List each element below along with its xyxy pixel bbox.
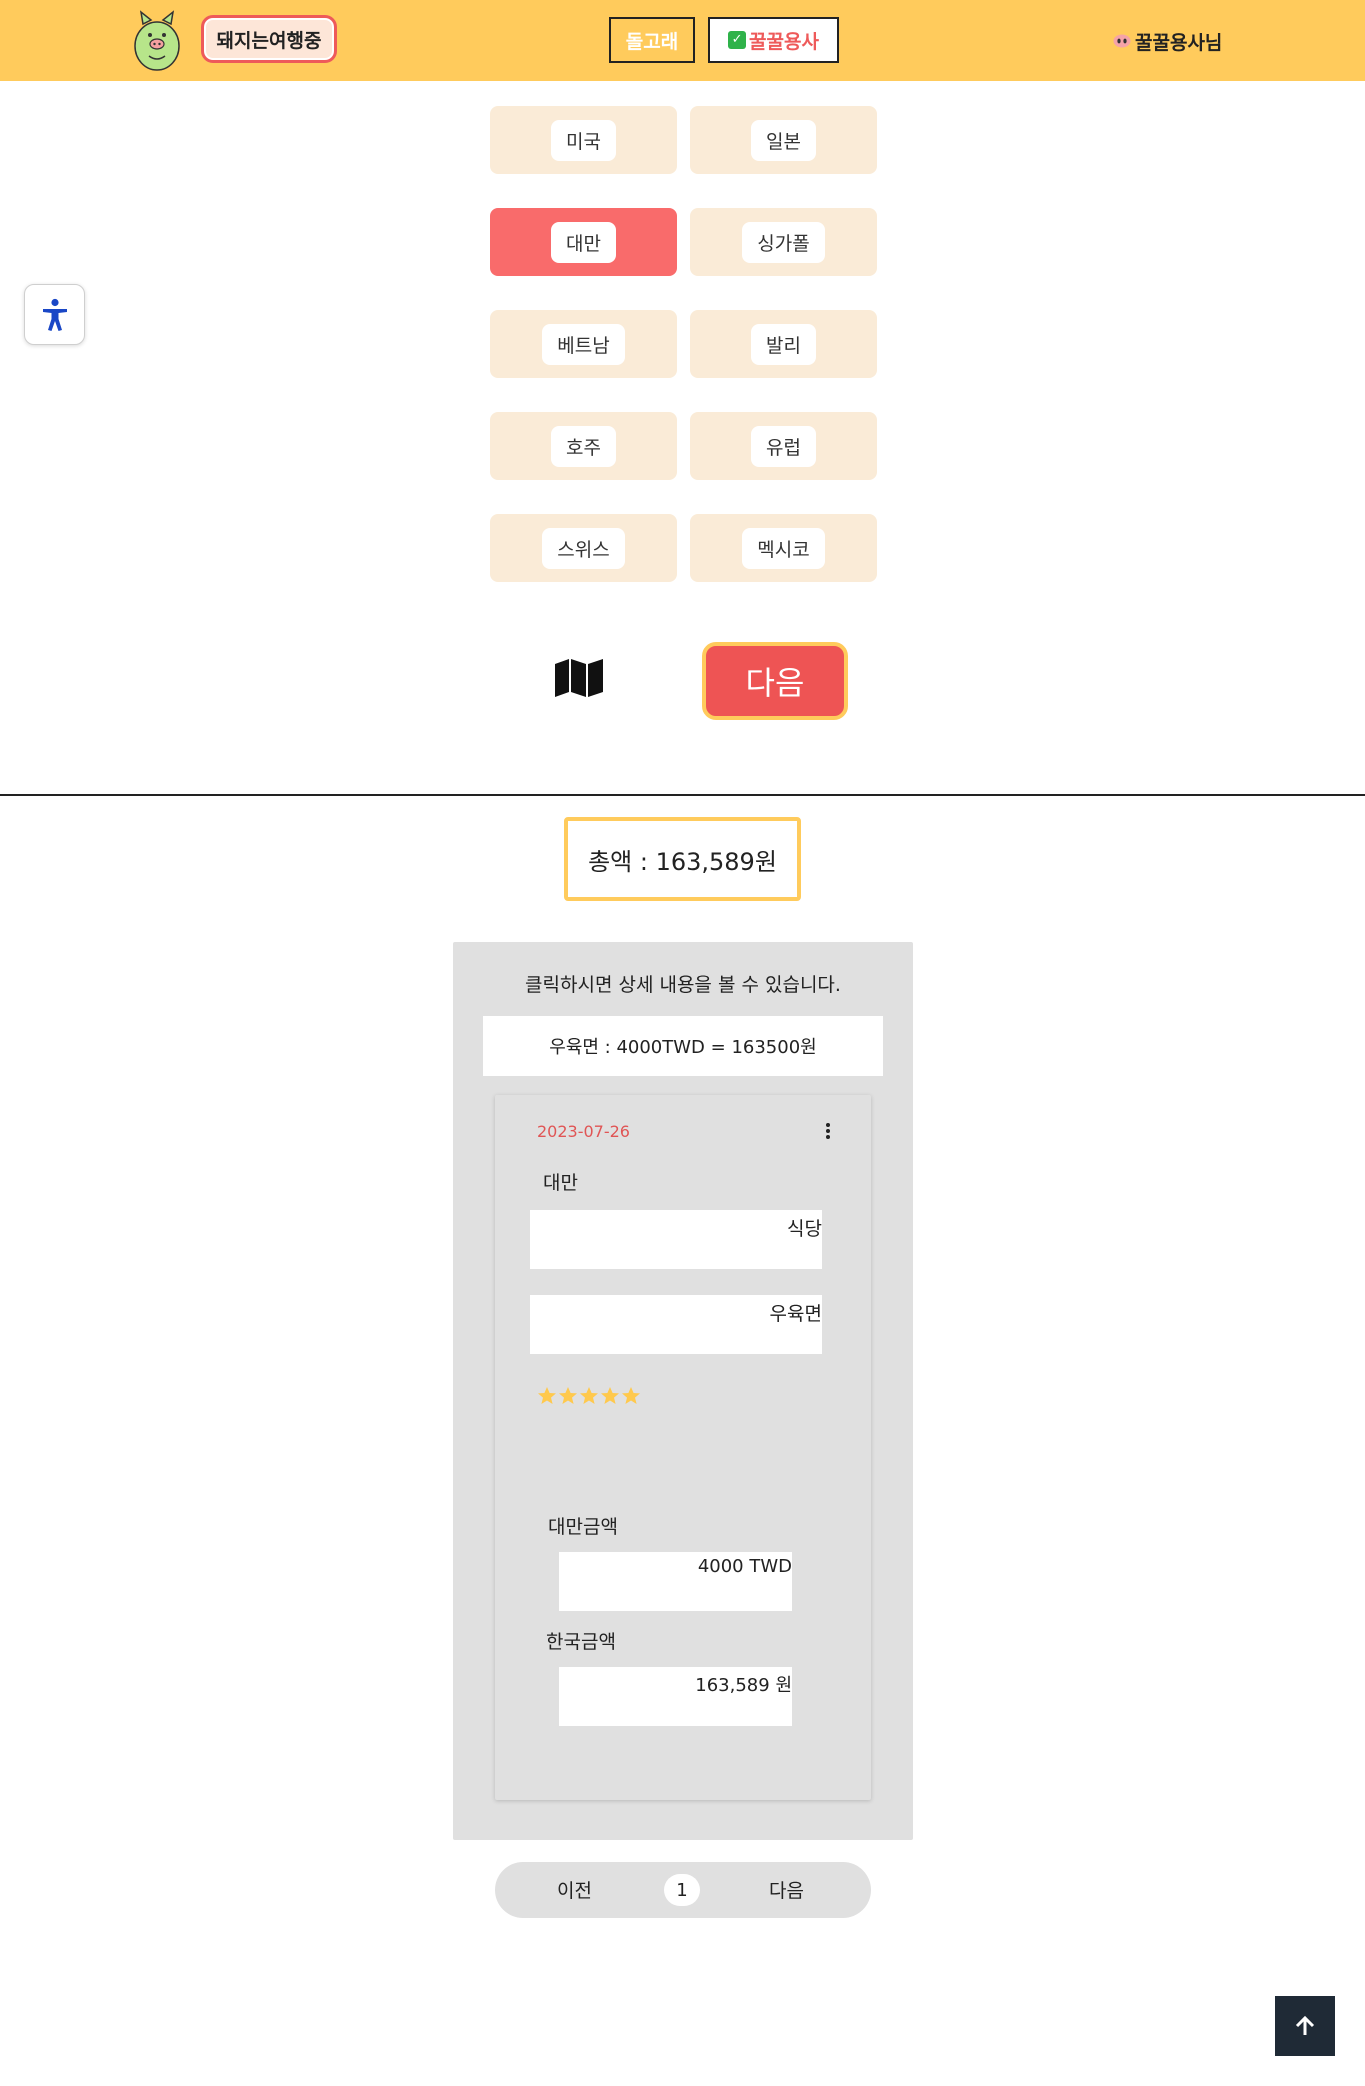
krw-amount-label: 한국금액 [546, 1631, 616, 1653]
country-vietnam-button[interactable]: 베트남 [490, 310, 677, 378]
local-amount-label: 대만금액 [548, 1516, 618, 1538]
country-bali-button[interactable]: 발리 [690, 310, 877, 378]
category-field: 식당 [530, 1210, 822, 1269]
country-europe-button[interactable]: 유럽 [690, 412, 877, 480]
star-icon [559, 1387, 577, 1404]
country-japan-button[interactable]: 일본 [690, 106, 877, 174]
country-label: 미국 [551, 119, 616, 161]
history-hint: 클릭하시면 상세 내용을 볼 수 있습니다. [525, 974, 841, 996]
star-icon [622, 1387, 640, 1404]
pig-nose-icon [1113, 34, 1131, 48]
arrow-up-icon [1295, 2015, 1315, 2035]
country-taiwan-button[interactable]: 대만 [490, 208, 677, 276]
star-icon [580, 1387, 598, 1404]
nav-kkulkkul-button[interactable]: ✓ 꿀꿀용사 [708, 17, 839, 63]
star-icon [601, 1387, 619, 1404]
scroll-to-top-button[interactable] [1275, 1996, 1335, 2056]
section-divider [0, 794, 1365, 796]
expense-country: 대만 [543, 1172, 578, 1194]
user-name: 꿀꿀용사님 [1135, 31, 1223, 54]
check-icon: ✓ [728, 31, 747, 49]
country-label: 싱가폴 [742, 221, 825, 263]
next-page-button[interactable]: 다음 [769, 1876, 804, 1903]
next-button[interactable]: 다음 [702, 642, 848, 720]
country-label: 발리 [751, 323, 816, 365]
country-label: 스위스 [542, 527, 625, 569]
menu-field: 우육면 [530, 1295, 822, 1354]
top-header: 돼지는여행중 돌고래 ✓ 꿀꿀용사 꿀꿀용사님 [0, 0, 1365, 81]
star-icon [538, 1387, 556, 1404]
prev-page-button[interactable]: 이전 [557, 1876, 592, 1903]
expense-summary-row[interactable]: 우육면 : 4000TWD = 163500원 [483, 1016, 883, 1076]
country-label: 베트남 [542, 323, 625, 365]
country-usa-button[interactable]: 미국 [490, 106, 677, 174]
country-label: 호주 [551, 425, 616, 467]
country-switzerland-button[interactable]: 스위스 [490, 514, 677, 582]
local-amount-field: 4000 TWD [559, 1552, 792, 1611]
accessibility-button[interactable] [24, 284, 85, 345]
country-australia-button[interactable]: 호주 [490, 412, 677, 480]
total-amount: 총액 : 163,589원 [564, 817, 801, 901]
user-menu[interactable]: 꿀꿀용사님 [1113, 26, 1222, 56]
country-label: 대만 [551, 221, 616, 263]
map-icon[interactable] [553, 658, 605, 698]
accessibility-icon [42, 298, 67, 331]
country-label: 일본 [751, 119, 816, 161]
more-options-icon[interactable] [823, 1120, 833, 1142]
nav-kkulkkul-label: 꿀꿀용사 [749, 30, 819, 53]
nav-dolphin-button[interactable]: 돌고래 [609, 17, 695, 63]
pig-logo-icon[interactable] [133, 10, 181, 72]
country-label: 유럽 [751, 425, 816, 467]
page-number-button[interactable]: 1 [664, 1874, 700, 1906]
krw-amount-field: 163,589 원 [559, 1667, 792, 1726]
brand-button[interactable]: 돼지는여행중 [201, 15, 337, 63]
country-singapore-button[interactable]: 싱가폴 [690, 208, 877, 276]
country-label: 멕시코 [742, 527, 825, 569]
country-mexico-button[interactable]: 멕시코 [690, 514, 877, 582]
nav-dolphin-label: 돌고래 [625, 30, 679, 53]
rating-stars [537, 1386, 641, 1408]
expense-date: 2023-07-26 [537, 1122, 630, 1141]
